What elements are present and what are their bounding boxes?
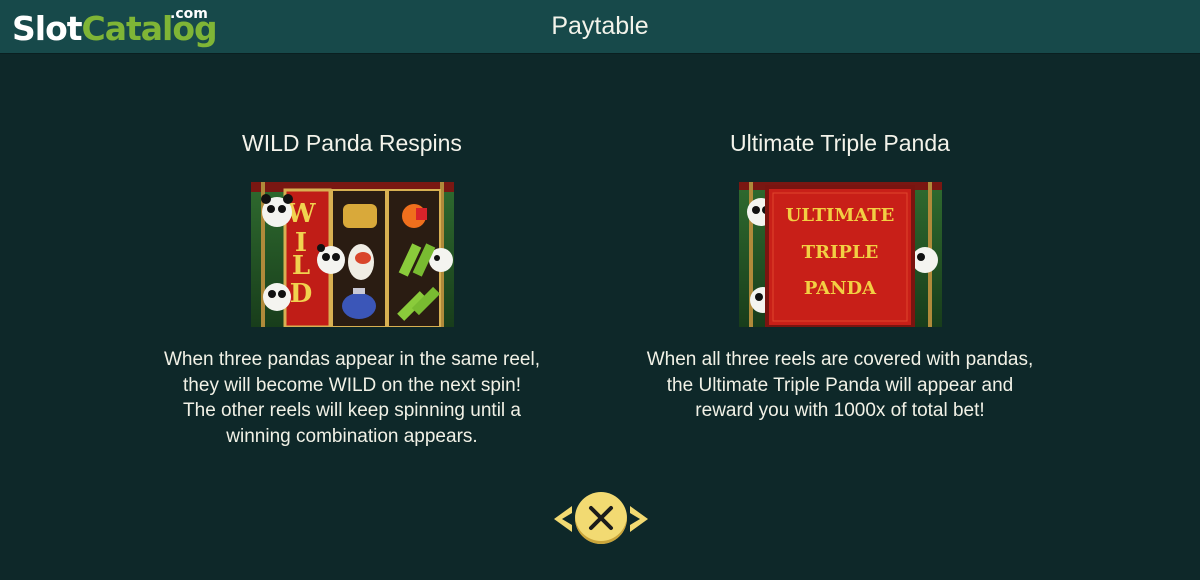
next-page-button[interactable] bbox=[628, 504, 650, 534]
image-text-triple: TRIPLE bbox=[801, 242, 878, 263]
close-icon bbox=[589, 506, 613, 530]
feature-title: Ultimate Triple Panda bbox=[730, 130, 950, 156]
prev-page-button[interactable] bbox=[552, 504, 574, 534]
wild-panda-respins-image: WILD bbox=[250, 182, 454, 327]
image-text-ultimate: ULTIMATE bbox=[785, 205, 894, 226]
page-title: Paytable bbox=[551, 12, 649, 40]
feature-ultimate-triple-panda: Ultimate Triple Panda ULTIMATE TRIPLE PA… bbox=[620, 128, 1060, 424]
feature-description: When three pandas appear in the same ree… bbox=[163, 349, 540, 447]
feature-description: When all three reels are covered with pa… bbox=[646, 349, 1034, 421]
chevron-left-icon bbox=[554, 506, 572, 532]
chevron-right-icon bbox=[630, 506, 648, 532]
ultimate-triple-panda-image: ULTIMATE TRIPLE PANDA bbox=[738, 182, 942, 327]
feature-wild-panda-respins: WILD Panda Respins WILD When three panda… bbox=[132, 128, 572, 449]
feature-title: WILD Panda Respins bbox=[242, 130, 462, 156]
image-text-panda: PANDA bbox=[803, 278, 876, 299]
close-button[interactable] bbox=[575, 492, 627, 544]
paytable-navigation bbox=[552, 492, 650, 546]
